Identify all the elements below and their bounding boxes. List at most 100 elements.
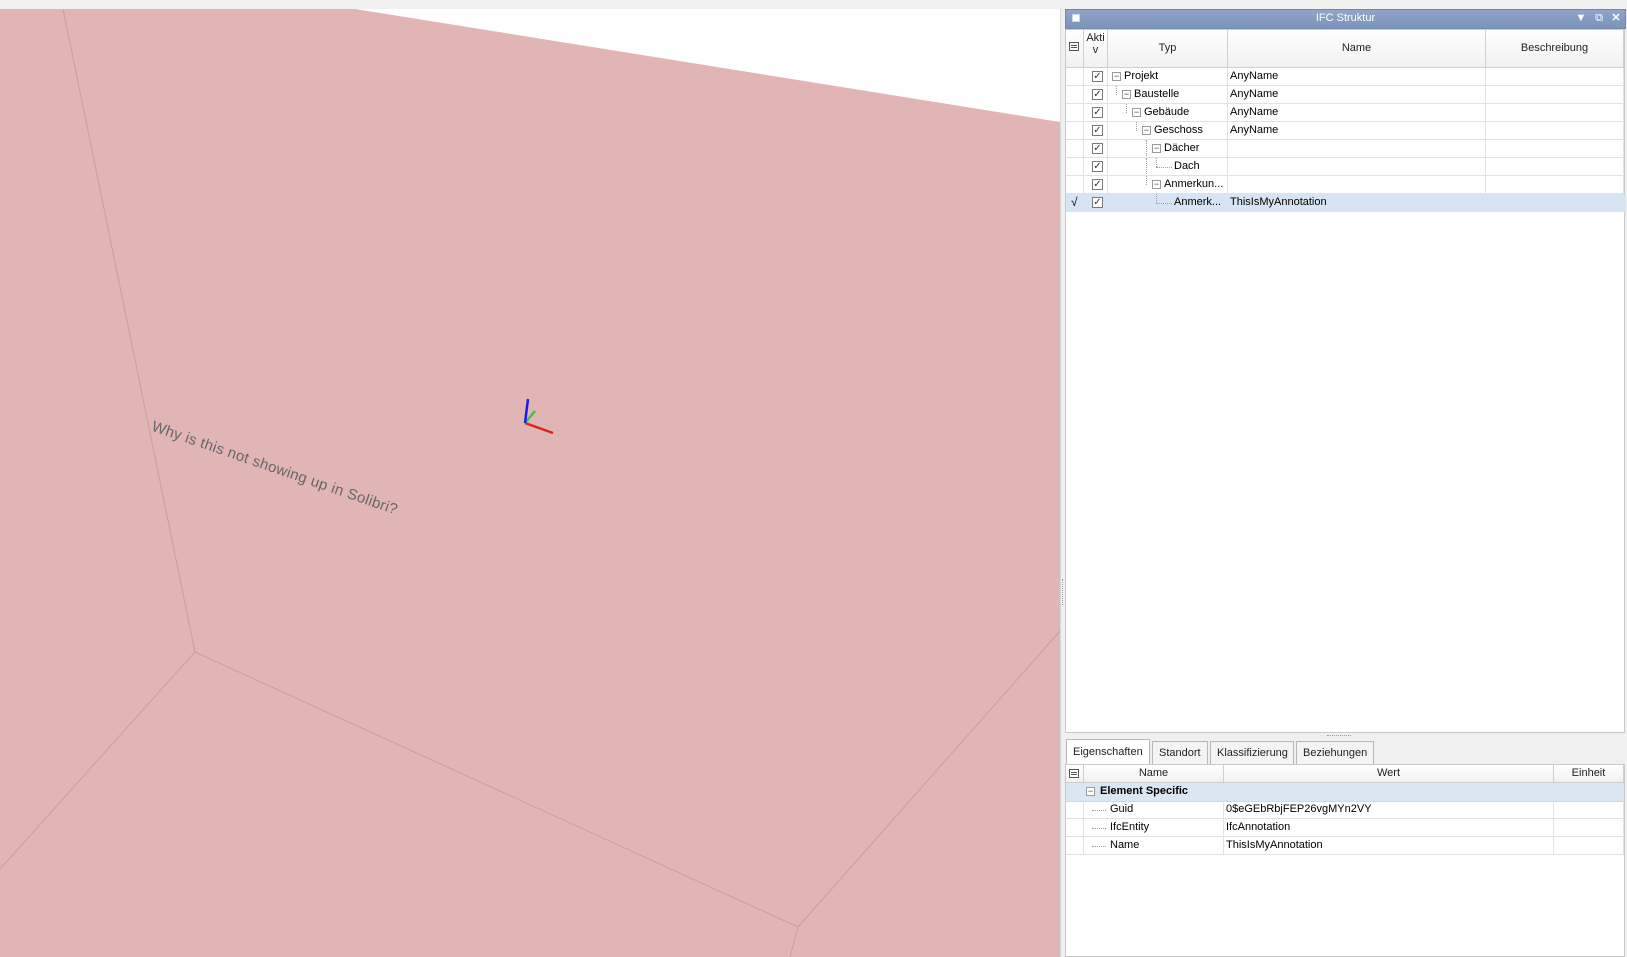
- column-chooser-header[interactable]: [1066, 765, 1084, 783]
- column-header-beschreibung[interactable]: Beschreibung: [1486, 30, 1624, 68]
- name-cell: [1228, 176, 1486, 194]
- row-indicator: [1066, 158, 1084, 176]
- tab-eigenschaften[interactable]: Eigenschaften: [1066, 739, 1150, 764]
- property-unit: [1554, 837, 1624, 855]
- aktiv-cell: ✓: [1084, 140, 1108, 158]
- aktiv-checkbox[interactable]: ✓: [1092, 89, 1103, 100]
- aktiv-checkbox[interactable]: ✓: [1092, 143, 1103, 154]
- property-row[interactable]: Guid 0$eGEbRbjFEP26vgMYn2VY: [1066, 801, 1624, 819]
- typ-label: Anmerk...: [1174, 196, 1222, 208]
- typ-label: Anmerkun...: [1164, 178, 1224, 190]
- roof-face-main: [0, 9, 1060, 957]
- row-indicator: [1066, 801, 1084, 819]
- table-row[interactable]: ✓ − Dächer: [1066, 140, 1626, 158]
- tree-connector: [1136, 122, 1137, 131]
- tree-connector: [1156, 203, 1172, 204]
- name-cell: AnyName: [1228, 104, 1486, 122]
- properties-tabs: Eigenschaften Standort Klassifizierung B…: [1065, 739, 1625, 764]
- splitter-grip[interactable]: [1327, 735, 1351, 736]
- property-value: 0$eGEbRbjFEP26vgMYn2VY: [1224, 801, 1554, 819]
- table-row[interactable]: ✓ − Gebäude AnyName: [1066, 104, 1626, 122]
- 3d-viewport[interactable]: Why is this not showing up in Solibri?: [0, 9, 1060, 957]
- collapse-icon[interactable]: −: [1152, 180, 1161, 189]
- row-indicator: [1066, 176, 1084, 194]
- beschreibung-cell: [1486, 122, 1624, 140]
- row-indicator: [1066, 68, 1084, 86]
- tree-connector: [1146, 140, 1147, 157]
- dropdown-arrow-icon[interactable]: ▼: [1574, 11, 1588, 26]
- aktiv-cell: ✓: [1084, 176, 1108, 194]
- property-group-row[interactable]: − Element Specific: [1066, 783, 1624, 802]
- table-row-selected[interactable]: √ ✓ Anmerk... ThisIsMyAnnotation: [1066, 194, 1626, 212]
- row-indicator: [1066, 837, 1084, 855]
- column-chooser-icon[interactable]: [1069, 42, 1079, 51]
- name-cell: [1228, 140, 1486, 158]
- float-window-icon[interactable]: ⧉: [1592, 11, 1606, 26]
- aktiv-cell: ✓: [1084, 122, 1108, 140]
- collapse-icon[interactable]: −: [1142, 126, 1151, 135]
- typ-cell: − Gebäude: [1108, 104, 1228, 122]
- tab-klassifizierung[interactable]: Klassifizierung: [1210, 741, 1294, 764]
- tree-connector: [1156, 167, 1172, 168]
- typ-label: Baustelle: [1134, 88, 1180, 100]
- column-header-beschreibung-label: Beschreibung: [1520, 42, 1589, 54]
- column-header-einheit[interactable]: Einheit: [1554, 765, 1624, 783]
- row-indicator: [1066, 140, 1084, 158]
- column-header-wert[interactable]: Wert: [1224, 765, 1554, 783]
- tree-connector: [1092, 846, 1106, 847]
- typ-label: Projekt: [1124, 70, 1159, 82]
- aktiv-checkbox[interactable]: ✓: [1092, 71, 1103, 82]
- property-unit: [1554, 819, 1624, 837]
- ifc-tree-grid[interactable]: Akti v Typ Name Beschreibung ✓ − Projekt…: [1065, 29, 1626, 733]
- column-header-name-label: Name: [1341, 42, 1372, 54]
- table-row[interactable]: ✓ − Baustelle AnyName: [1066, 86, 1626, 104]
- beschreibung-cell: [1486, 158, 1624, 176]
- table-row[interactable]: ✓ − Projekt AnyName: [1066, 68, 1626, 86]
- typ-label: Gebäude: [1144, 106, 1190, 118]
- property-row[interactable]: IfcEntity IfcAnnotation: [1066, 819, 1624, 837]
- name-cell: AnyName: [1228, 68, 1486, 86]
- close-icon[interactable]: ✕: [1609, 11, 1623, 26]
- column-header-typ[interactable]: Typ: [1108, 30, 1228, 68]
- row-indicator: [1066, 819, 1084, 837]
- column-chooser-icon[interactable]: [1069, 769, 1079, 778]
- collapse-icon[interactable]: −: [1132, 108, 1141, 117]
- properties-grid[interactable]: Name Wert Einheit − Element Specific Gui…: [1065, 764, 1625, 957]
- table-row[interactable]: ✓ Dach: [1066, 158, 1626, 176]
- property-value: ThisIsMyAnnotation: [1224, 837, 1554, 855]
- table-row[interactable]: ✓ − Geschoss AnyName: [1066, 122, 1626, 140]
- panel-title: IFC Struktur: [1315, 12, 1376, 24]
- aktiv-cell: ✓: [1084, 86, 1108, 104]
- aktiv-cell: ✓: [1084, 194, 1108, 212]
- tab-beziehungen[interactable]: Beziehungen: [1296, 741, 1374, 764]
- name-cell: AnyName: [1228, 86, 1486, 104]
- collapse-icon[interactable]: −: [1086, 787, 1095, 796]
- typ-label: Dach: [1174, 160, 1200, 172]
- typ-label: Dächer: [1164, 142, 1200, 154]
- aktiv-checkbox[interactable]: ✓: [1092, 125, 1103, 136]
- aktiv-checkbox[interactable]: ✓: [1092, 107, 1103, 118]
- tree-connector: [1146, 158, 1147, 175]
- property-row[interactable]: Name ThisIsMyAnnotation: [1066, 837, 1624, 855]
- typ-cell: − Geschoss: [1108, 122, 1228, 140]
- column-header-aktiv[interactable]: Akti v: [1084, 30, 1108, 68]
- property-unit: [1554, 801, 1624, 819]
- beschreibung-cell: [1486, 104, 1624, 122]
- collapse-icon[interactable]: −: [1122, 90, 1131, 99]
- collapse-icon[interactable]: −: [1112, 72, 1121, 81]
- table-row[interactable]: ✓ − Anmerkun...: [1066, 176, 1626, 194]
- name-cell: ThisIsMyAnnotation: [1228, 194, 1486, 212]
- property-name: IfcEntity: [1110, 821, 1150, 833]
- tab-standort[interactable]: Standort: [1152, 741, 1208, 764]
- typ-cell: − Projekt: [1108, 68, 1228, 86]
- beschreibung-cell: [1486, 140, 1624, 158]
- column-chooser-header[interactable]: [1066, 30, 1084, 68]
- collapse-icon[interactable]: −: [1152, 144, 1161, 153]
- row-indicator: [1066, 86, 1084, 104]
- column-header-name[interactable]: Name: [1228, 30, 1486, 68]
- aktiv-checkbox[interactable]: ✓: [1092, 161, 1103, 172]
- aktiv-checkbox[interactable]: ✓: [1092, 179, 1103, 190]
- aktiv-checkbox[interactable]: ✓: [1092, 197, 1103, 208]
- typ-cell: − Dächer: [1108, 140, 1228, 158]
- column-header-name[interactable]: Name: [1084, 765, 1224, 783]
